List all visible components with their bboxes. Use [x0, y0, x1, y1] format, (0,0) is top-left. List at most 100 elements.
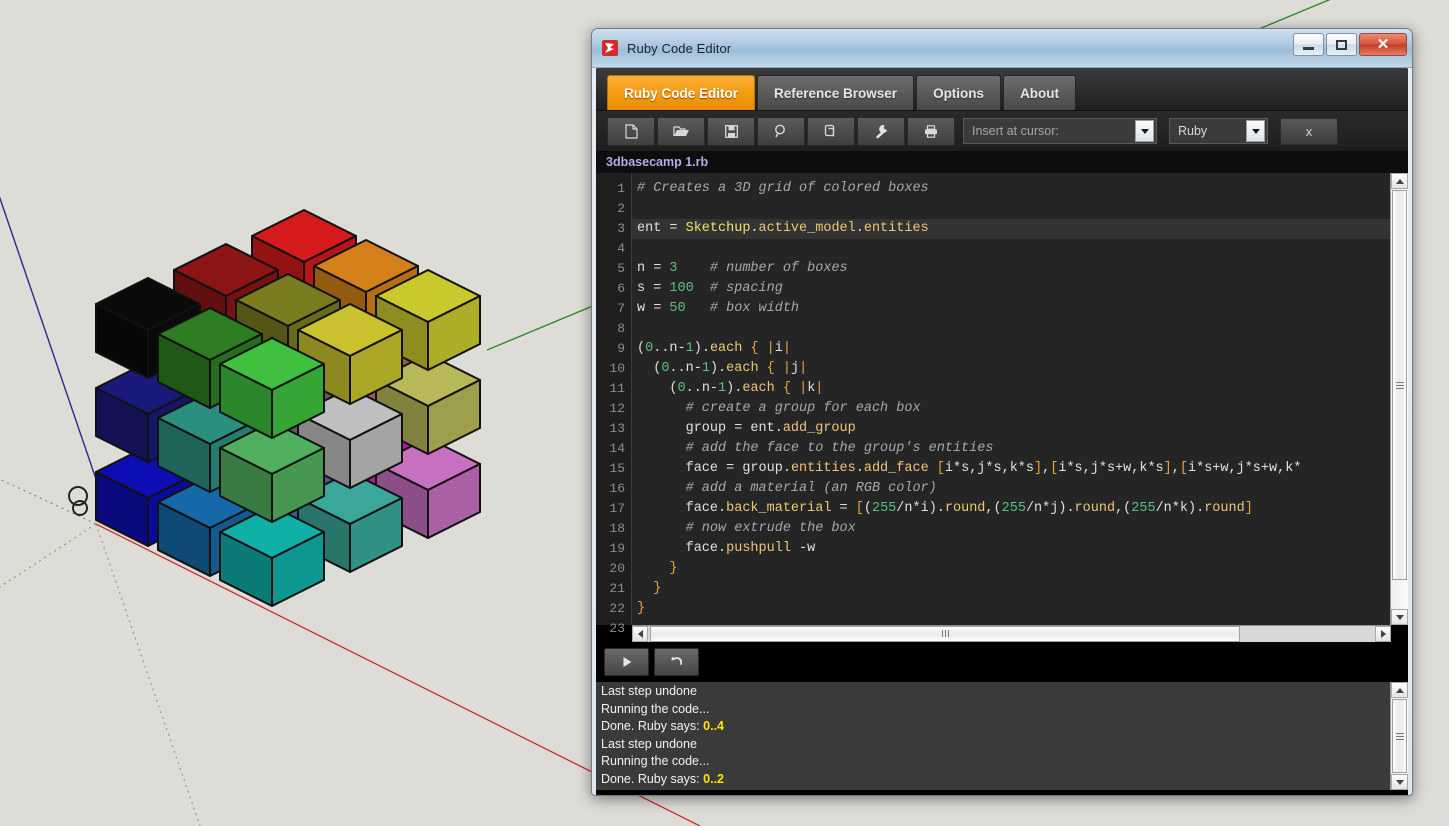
horizontal-scroll-thumb[interactable] — [650, 626, 1240, 642]
console-value: 0..2 — [703, 772, 724, 786]
code-line[interactable]: # add a material (an RGB color) — [632, 479, 1390, 499]
copy-button[interactable] — [807, 117, 855, 146]
tab-about[interactable]: About — [1003, 75, 1076, 110]
scroll-up-button[interactable] — [1391, 682, 1408, 698]
console-log: Last step undoneRunning the code...Done.… — [596, 682, 1390, 790]
chevron-down-icon[interactable] — [1135, 120, 1154, 142]
tab-reference-browser[interactable]: Reference Browser — [757, 75, 914, 110]
code-line[interactable]: # add the face to the group's entities — [632, 439, 1390, 459]
code-line[interactable]: } — [632, 579, 1390, 599]
scroll-down-button[interactable] — [1391, 609, 1408, 625]
new-file-button[interactable] — [607, 117, 655, 146]
code-line[interactable] — [632, 619, 1390, 625]
open-folder-icon — [673, 124, 690, 138]
open-file-tab[interactable]: 3dbasecamp 1.rb — [596, 151, 1408, 173]
code-line[interactable] — [632, 239, 1390, 259]
window-controls: ✕ — [1293, 33, 1407, 56]
line-number: 8 — [596, 319, 625, 339]
scroll-grip-icon — [1396, 380, 1404, 391]
console-line: Last step undone — [601, 736, 1390, 754]
console-line: Running the code... — [601, 701, 1390, 719]
code-line[interactable]: group = ent.add_group — [632, 419, 1390, 439]
code-line[interactable]: # create a group for each box — [632, 399, 1390, 419]
code-line[interactable]: } — [632, 599, 1390, 619]
scroll-right-button[interactable] — [1375, 626, 1391, 642]
line-number: 17 — [596, 499, 625, 519]
maximize-button[interactable] — [1326, 33, 1357, 56]
scroll-down-button[interactable] — [1391, 774, 1408, 790]
line-number: 14 — [596, 439, 625, 459]
output-console[interactable]: Last step undoneRunning the code...Done.… — [596, 682, 1408, 790]
code-line[interactable] — [632, 199, 1390, 219]
insert-at-cursor-select[interactable]: Insert at cursor: — [963, 118, 1157, 144]
vertical-scroll-thumb[interactable] — [1392, 699, 1407, 773]
code-line[interactable]: n = 3 # number of boxes — [632, 259, 1390, 279]
scroll-grip-icon — [1396, 731, 1404, 742]
console-line: Done. Ruby says: 0..4 — [601, 718, 1390, 736]
open-file-name: 3dbasecamp 1.rb — [606, 155, 708, 169]
line-number: 5 — [596, 259, 625, 279]
code-line[interactable]: face = group.entities.add_face [i*s,j*s,… — [632, 459, 1390, 479]
open-file-button[interactable] — [657, 117, 705, 146]
run-code-button[interactable] — [604, 648, 649, 676]
code-line[interactable]: ent = Sketchup.active_model.entities — [632, 219, 1390, 239]
tab-options[interactable]: Options — [916, 75, 1001, 110]
line-number: 1 — [596, 179, 625, 199]
clear-button[interactable]: x — [1280, 118, 1338, 145]
line-number: 23 — [596, 619, 625, 639]
code-line[interactable]: # now extrude the box — [632, 519, 1390, 539]
console-line: Last step undone — [601, 683, 1390, 701]
minimize-button[interactable] — [1293, 33, 1324, 56]
code-line[interactable]: w = 50 # box width — [632, 299, 1390, 319]
close-icon: ✕ — [1377, 37, 1390, 52]
line-number: 22 — [596, 599, 625, 619]
console-vertical-scrollbar[interactable] — [1390, 682, 1408, 790]
code-line[interactable]: s = 100 # spacing — [632, 279, 1390, 299]
code-line[interactable]: } — [632, 559, 1390, 579]
editor-toolbar: Insert at cursor: Ruby x — [596, 111, 1408, 151]
line-number-gutter: 1234567891011121314151617181920212223 — [596, 173, 632, 625]
save-file-button[interactable] — [707, 117, 755, 146]
print-button[interactable] — [907, 117, 955, 146]
code-line[interactable]: (0..n-1).each { |k| — [632, 379, 1390, 399]
line-number: 2 — [596, 199, 625, 219]
search-icon — [774, 124, 788, 138]
maximize-icon — [1336, 40, 1347, 50]
console-line: Done. Ruby says: 0..2 — [601, 771, 1390, 789]
scroll-grip-icon — [941, 625, 950, 643]
window-titlebar[interactable]: Ruby Code Editor ✕ — [592, 29, 1412, 68]
tab-bar: Ruby Code Editor Reference Browser Optio… — [596, 68, 1408, 111]
scroll-left-button[interactable] — [632, 626, 648, 642]
code-editor[interactable]: 1234567891011121314151617181920212223 # … — [596, 173, 1408, 625]
insert-at-cursor-value: Insert at cursor: — [964, 124, 1059, 138]
tab-ruby-code-editor[interactable]: Ruby Code Editor — [607, 75, 755, 110]
code-line[interactable]: (0..n-1).each { |i| — [632, 339, 1390, 359]
vertical-scroll-thumb[interactable] — [1392, 190, 1407, 580]
line-number: 16 — [596, 479, 625, 499]
line-number: 18 — [596, 519, 625, 539]
chevron-down-icon[interactable] — [1246, 120, 1265, 142]
horizontal-scroll-track[interactable] — [648, 626, 1375, 642]
undo-arrow-icon — [669, 655, 684, 669]
editor-vertical-scrollbar[interactable] — [1390, 173, 1408, 625]
line-number: 12 — [596, 399, 625, 419]
scroll-up-button[interactable] — [1391, 173, 1408, 189]
language-select[interactable]: Ruby — [1169, 118, 1268, 144]
editor-horizontal-scrollbar[interactable] — [632, 625, 1391, 642]
ruby-code-editor-window[interactable]: Ruby Code Editor ✕ Ruby Code Editor Refe… — [591, 28, 1413, 796]
code-line[interactable]: # Creates a 3D grid of colored boxes — [632, 179, 1390, 199]
line-number: 4 — [596, 239, 625, 259]
sketchup-ruby-icon — [601, 39, 619, 57]
line-number: 7 — [596, 299, 625, 319]
line-number: 20 — [596, 559, 625, 579]
code-line[interactable] — [632, 319, 1390, 339]
find-button[interactable] — [757, 117, 805, 146]
code-line[interactable]: face.pushpull -w — [632, 539, 1390, 559]
tools-button[interactable] — [857, 117, 905, 146]
code-line[interactable]: face.back_material = [(255/n*i).round,(2… — [632, 499, 1390, 519]
wrench-icon — [874, 124, 889, 139]
code-line[interactable]: (0..n-1).each { |j| — [632, 359, 1390, 379]
close-button[interactable]: ✕ — [1359, 33, 1407, 56]
code-text-area[interactable]: # Creates a 3D grid of colored boxes ent… — [632, 173, 1390, 625]
undo-button[interactable] — [654, 648, 699, 676]
